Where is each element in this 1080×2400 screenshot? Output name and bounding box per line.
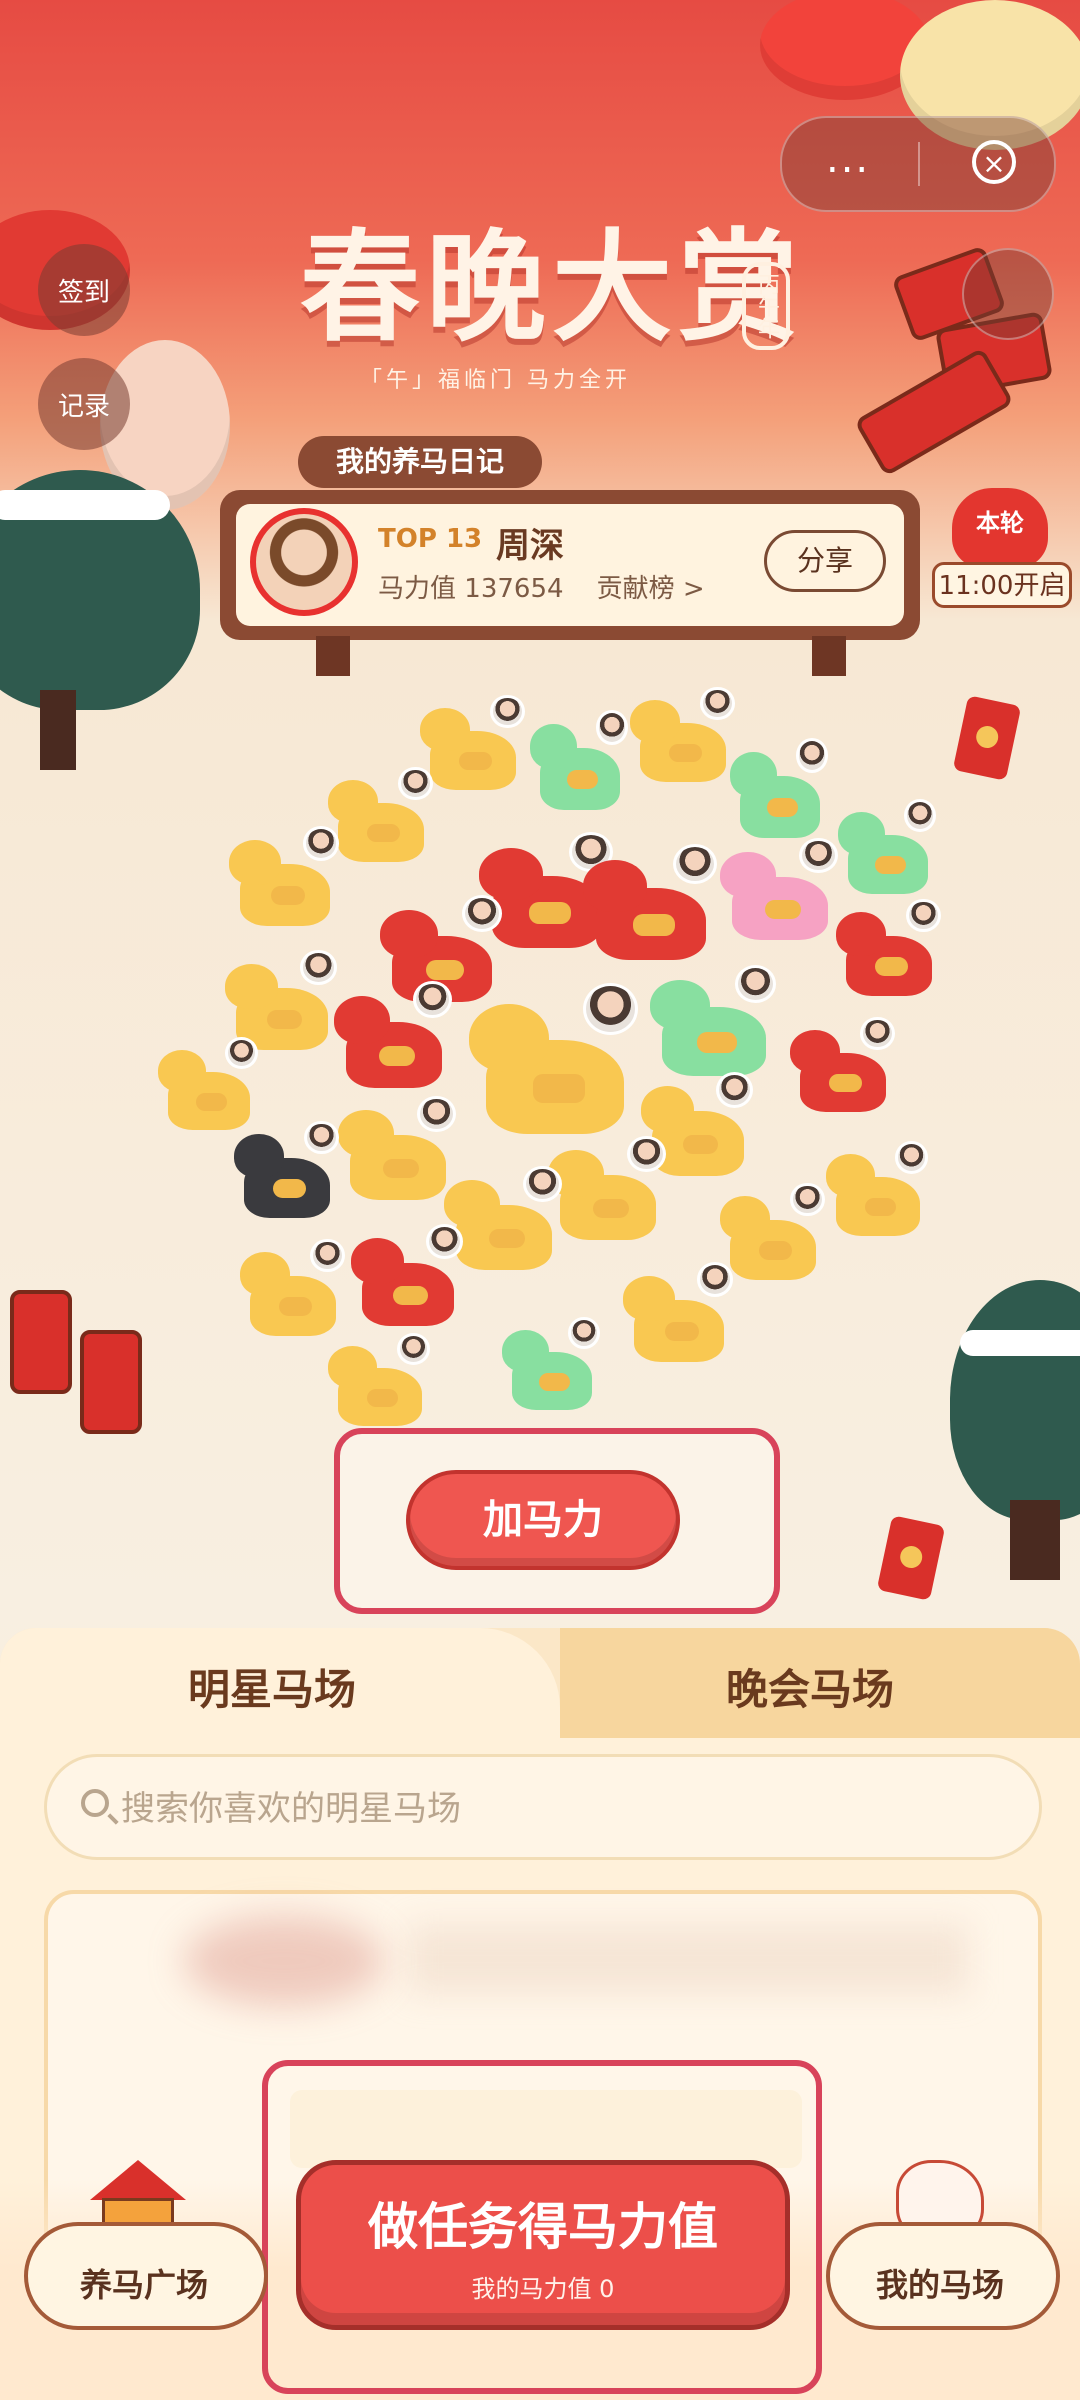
horse-figure[interactable] [629,686,735,782]
horse-figure[interactable] [825,1140,929,1236]
horse-figure[interactable] [224,950,338,1050]
capsule-divider [918,142,920,186]
checkin-label: 签到 [57,277,110,308]
blurred-avatar [184,1916,384,2006]
tab-star[interactable]: 明星马场 [188,1656,356,1717]
horse-figure[interactable] [835,898,941,996]
search-icon [81,1789,109,1817]
horse-figure[interactable] [334,981,452,1088]
horse-figure[interactable] [719,1182,825,1280]
horse-figure[interactable] [730,738,828,838]
task-horse-strip [290,2090,802,2168]
horse-figure[interactable] [582,844,717,960]
horse-figure[interactable] [327,1333,431,1426]
tree-trunk [1010,1500,1060,1580]
round-time: 11:00开启 [932,562,1072,608]
mini-program-capsule: ... × [780,116,1056,212]
firecracker-decoration [853,347,1015,477]
power-label: 马力值 [378,574,457,604]
horse-figure[interactable] [502,1317,600,1410]
power-value: 137654 [464,574,564,604]
snow-decoration [960,1330,1080,1356]
music-button[interactable] [962,248,1054,340]
record-label: 记录 [57,391,110,422]
horse-square-label: 养马广场 [80,2266,209,2304]
page-title: 春晚大赏 [300,219,804,358]
rank-number: 13 [445,524,483,554]
horse-figure[interactable] [640,1071,754,1176]
task-button[interactable]: 做任务得马力值 我的马力值 0 [296,2160,790,2330]
my-farm-label: 我的马场 [876,2266,1005,2304]
snow-decoration [0,490,170,520]
round-bag[interactable]: 本轮 [952,488,1048,568]
horse-figure[interactable] [548,1135,666,1240]
tab-gala[interactable]: 晚会马场 [726,1656,894,1717]
board-post [812,636,846,676]
search-input[interactable] [119,1775,1003,1843]
close-icon[interactable]: × [972,140,1016,184]
year-badge: 丙午年 [742,262,790,350]
diary-label: 我的养马日记 [298,436,542,488]
checkin-button[interactable]: 签到 [38,244,130,336]
top-label: TOP [378,524,437,554]
top-rank-badge: TOP 13 [378,524,482,554]
horse-figure[interactable] [530,710,628,810]
task-button-label: 做任务得马力值 [368,2198,718,2256]
more-icon[interactable]: ... [826,136,870,182]
horse-figure[interactable] [623,1262,733,1362]
avatar[interactable] [250,508,358,616]
horse-figure-main[interactable] [469,983,638,1134]
firecracker-decoration [80,1330,142,1434]
horse-figure[interactable] [720,837,838,940]
blurred-content [408,1924,968,1994]
my-farm-button[interactable]: 我的马场 [826,2222,1060,2330]
red-envelope-decoration [876,1515,946,1601]
horse-figure[interactable] [838,798,936,894]
horse-figure[interactable] [327,766,433,862]
contribution-link[interactable]: 贡献榜 > [597,574,705,604]
horse-figure[interactable] [444,1165,562,1270]
horse-figure[interactable] [419,694,525,790]
horse-figure[interactable] [229,826,339,926]
red-envelope-decoration [952,695,1022,781]
share-button[interactable]: 分享 [764,530,886,592]
tree-decoration [950,1280,1080,1520]
board-post [316,636,350,676]
horse-figure[interactable] [158,1037,259,1130]
record-button[interactable]: 记录 [38,358,130,450]
star-name: 周深 [496,526,564,566]
search-bar[interactable] [44,1754,1042,1860]
horse-figure[interactable] [233,1120,339,1218]
horse-square-button[interactable]: 养马广场 [24,2222,268,2330]
horse-figure[interactable] [350,1223,464,1326]
firecracker-decoration [10,1290,72,1394]
horse-figure[interactable] [239,1238,345,1336]
page-subtitle: 「午」福临门 马力全开 [360,368,631,393]
tree-trunk [40,690,76,770]
horse-figure[interactable] [338,1095,456,1200]
power-line: 马力值 137654 贡献榜 > [378,568,705,605]
horse-figure[interactable] [649,964,777,1076]
add-power-button[interactable]: 加马力 [406,1470,680,1570]
horse-figure[interactable] [789,1016,895,1112]
task-button-sublabel: 我的马力值 0 [471,2275,615,2303]
app-screen: 春晚大赏 丙午年 「午」福临门 马力全开 ... × 签到 记录 我的养马日记 … [0,0,1080,2400]
